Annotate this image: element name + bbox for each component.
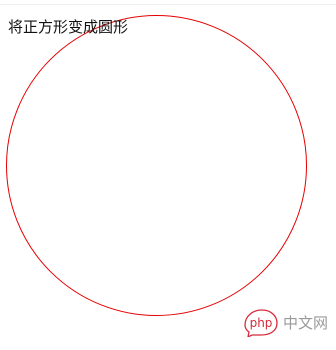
php-logo-text: php [250,316,273,330]
top-divider [0,4,336,5]
php-logo-icon: php [241,307,279,337]
page-heading-text: 将正方形变成圆形 [8,18,129,36]
rounded-square-shape [6,15,307,316]
php-cn-watermark: php 中文网 [241,305,333,341]
site-name-label: 中文网 [283,314,329,332]
